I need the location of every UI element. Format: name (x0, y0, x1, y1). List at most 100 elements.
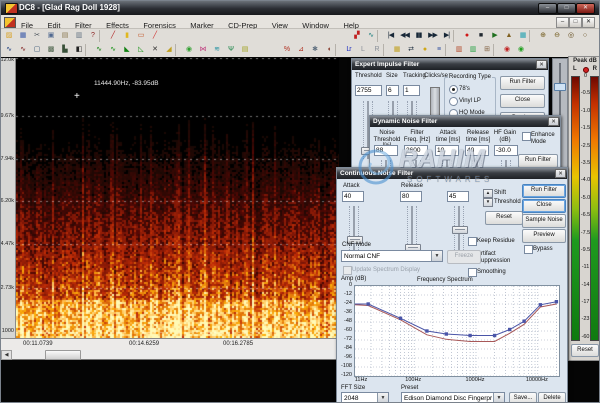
radio-vinyl-lp[interactable] (449, 97, 458, 106)
flag-icon[interactable]: ⊿ (294, 44, 307, 56)
reset-button[interactable]: Reset (485, 211, 523, 225)
run-filter-button[interactable]: Run Filter (500, 76, 545, 90)
zoom-select-icon[interactable]: ◎ (564, 30, 577, 42)
cd-red-icon[interactable]: ◉ (500, 44, 513, 56)
keep-residue-checkbox[interactable] (468, 237, 477, 246)
print-icon[interactable]: ▥ (72, 30, 85, 42)
pencil-tool-icon[interactable]: ╱ (148, 30, 161, 42)
fft-size-select[interactable]: 2048 ▼ (341, 392, 389, 403)
spectrogram-canvas[interactable] (16, 58, 339, 338)
noise-threshold-input[interactable] (374, 145, 398, 156)
copy-icon[interactable]: ▣ (44, 30, 57, 42)
spectrum-view-icon[interactable]: ▩ (44, 44, 57, 56)
pause-icon[interactable]: ▮▮ (412, 30, 425, 42)
record-icon[interactable]: ● (460, 30, 473, 42)
delete-preset-button[interactable]: Delete (538, 392, 566, 403)
stop-icon[interactable]: ■ (474, 30, 487, 42)
sample-noise-button[interactable]: Sample Noise (522, 214, 566, 228)
shift-up-icon[interactable]: ▲ (483, 189, 493, 198)
freeze-button[interactable]: Freeze (447, 250, 481, 264)
mdi-close-button[interactable]: ✕ (582, 17, 595, 28)
preset-select[interactable]: Edison Diamond Disc Fingerprint ▼ (401, 392, 505, 403)
frequency-spectrum-plot[interactable] (354, 285, 560, 377)
marker-pen-icon[interactable]: ▮ (120, 30, 133, 42)
eject-icon[interactable]: ▲ (502, 30, 515, 42)
slider-thumb[interactable] (554, 83, 566, 91)
shift-down-icon[interactable]: ▼ (483, 198, 493, 207)
zoom-out-icon[interactable]: ⊖ (550, 30, 563, 42)
close-icon[interactable]: ✕ (548, 117, 559, 126)
open-file-icon[interactable]: ▨ (2, 30, 15, 42)
update-spectrum-checkbox[interactable] (343, 266, 352, 275)
gear-icon[interactable]: ✱ (308, 44, 321, 56)
hf-gain-input[interactable] (494, 145, 518, 156)
wave-edit-1-icon[interactable]: ∿ (92, 44, 105, 56)
attack-time-input[interactable] (435, 145, 459, 156)
size-input[interactable] (386, 85, 399, 96)
goto-start-icon[interactable]: |◀ (384, 30, 397, 42)
close-dialog-button[interactable]: Close (500, 94, 545, 108)
zoom-in-icon[interactable]: ⊕ (536, 30, 549, 42)
sphere-icon[interactable]: ● (418, 44, 431, 56)
filter-freq-input[interactable] (404, 145, 428, 156)
goto-end-icon[interactable]: ▶| (440, 30, 453, 42)
grid-icon[interactable]: ▦ (390, 44, 403, 56)
preview-button[interactable]: Preview (522, 229, 566, 243)
stereo-lr-icon[interactable]: Lr (342, 44, 355, 56)
delete-wave-icon[interactable]: ✕ (148, 44, 161, 56)
radio-78s[interactable] (449, 85, 458, 94)
run-filter-button[interactable]: Run Filter (522, 184, 566, 198)
marker-train-icon[interactable]: ⊞ (480, 44, 493, 56)
dialog-titlebar[interactable]: Continuous Noise Filter (337, 168, 567, 179)
horizontal-scrollbar[interactable]: ◀ (1, 350, 339, 360)
right-channel-icon[interactable]: R (370, 44, 383, 56)
maximize-button[interactable]: □ (557, 3, 576, 14)
wave-edit-2-icon[interactable]: ∿ (106, 44, 119, 56)
cd-green-icon[interactable]: ◉ (514, 44, 527, 56)
chevron-down-icon[interactable]: ▼ (493, 393, 504, 403)
minimize-button[interactable]: – (538, 3, 557, 14)
chevron-down-icon[interactable]: ▼ (377, 393, 388, 403)
histogram-icon[interactable]: ▙ (58, 44, 71, 56)
cnf-mode-select[interactable]: Normal CNF ▼ (341, 250, 443, 262)
bowtie-filter-icon[interactable]: ⋈ (196, 44, 209, 56)
close-dialog-button[interactable]: Close (522, 199, 566, 213)
run-filter-button[interactable]: Run Filter (518, 154, 558, 168)
tracking-input[interactable] (403, 85, 420, 96)
eraser-tool-icon[interactable]: ▭ (134, 30, 147, 42)
keys-green-icon[interactable]: ▥ (466, 44, 479, 56)
wave-edit-3-icon[interactable]: ◣ (120, 44, 133, 56)
mdi-minimize-button[interactable]: – (556, 17, 569, 28)
equalizer-icon[interactable]: ▤ (238, 44, 251, 56)
noise-gain-input[interactable] (447, 191, 469, 202)
split-channel-icon[interactable]: Ψ (224, 44, 237, 56)
close-icon[interactable]: ✕ (555, 169, 566, 178)
keys-red-icon[interactable]: ▥ (452, 44, 465, 56)
line-tool-icon[interactable]: ╱ (106, 30, 119, 42)
save-preset-button[interactable]: Save... (509, 392, 537, 403)
crosshair-wave-icon[interactable]: ∿ (2, 44, 15, 56)
release-input[interactable] (400, 191, 422, 202)
rewind-icon[interactable]: ◀◀ (398, 30, 411, 42)
wave-edit-4-icon[interactable]: ◺ (134, 44, 147, 56)
scroll-left-icon[interactable]: ◀ (1, 350, 12, 360)
enhance-mode-checkbox[interactable] (522, 132, 531, 141)
mdi-restore-button[interactable]: □ (569, 17, 582, 28)
film-icon[interactable]: ▦ (516, 30, 529, 42)
percent-icon[interactable]: % (280, 44, 293, 56)
left-channel-icon[interactable]: L (356, 44, 369, 56)
chevron-down-icon[interactable]: ▼ (431, 251, 442, 261)
release-time-input[interactable] (465, 145, 489, 156)
attack-input[interactable] (342, 191, 364, 202)
threshold-input[interactable] (355, 85, 382, 96)
monitor-icon[interactable]: ▢ (30, 44, 43, 56)
swap-icon[interactable]: ⇄ (404, 44, 417, 56)
cloud-icon[interactable]: ≋ (210, 44, 223, 56)
paste-icon[interactable]: ▤ (58, 30, 71, 42)
dialog-titlebar[interactable]: Expert Impulse Filter (352, 59, 548, 70)
speaker-icon[interactable]: ◖ (322, 44, 335, 56)
scrollbar-thumb[interactable] (45, 350, 81, 360)
impulse-icon[interactable]: ▞ (350, 30, 363, 42)
zoom-full-icon[interactable]: ○ (578, 30, 591, 42)
cut-icon[interactable]: ✂ (30, 30, 43, 42)
